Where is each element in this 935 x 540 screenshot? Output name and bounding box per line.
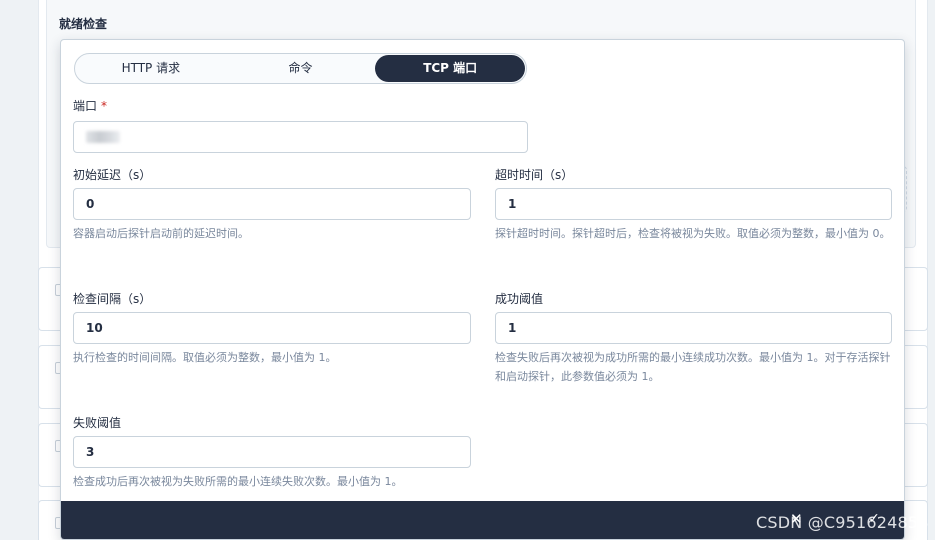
tab-http-request[interactable]: HTTP 请求 (76, 55, 226, 82)
tab-tcp-port[interactable]: TCP 端口 (375, 55, 526, 82)
port-label: 端口 * (73, 97, 107, 114)
section-title: 就绪检查 (59, 17, 108, 31)
failure-threshold-label: 失败阈值 (73, 416, 122, 430)
timeout-description: 探针超时时间。探针超时后，检查将被视为失败。取值必须为整数，最小值为 0。 (495, 227, 891, 240)
port-label-text: 端口 (73, 99, 98, 113)
success-threshold-label: 成功阈值 (495, 292, 544, 306)
failure-threshold-description: 检查成功后再次被视为失败所需的最小连续失败次数。最小值为 1。 (73, 475, 403, 488)
port-value-blurred (86, 131, 120, 143)
success-threshold-input[interactable]: 1 (495, 312, 892, 344)
probe-type-tabs: HTTP 请求 命令 TCP 端口 (74, 53, 527, 84)
initial-delay-input[interactable]: 0 (73, 188, 471, 220)
failure-threshold-input[interactable]: 3 (73, 436, 471, 468)
timeout-label: 超时时间（s） (495, 168, 574, 182)
initial-delay-label: 初始延迟（s） (73, 168, 152, 182)
initial-delay-description: 容器启动后探针启动前的延迟时间。 (73, 227, 249, 240)
port-input[interactable] (73, 121, 528, 153)
period-description: 执行检查的时间间隔。取值必须为整数，最小值为 1。 (73, 351, 337, 364)
watermark: CSDN @C951624858 (756, 513, 929, 532)
success-threshold-description: 检查失败后再次被视为成功所需的最小连续成功次数。最小值为 1。对于存活探针和启动… (495, 351, 891, 383)
tab-command[interactable]: 命令 (226, 55, 376, 82)
probe-settings-panel: HTTP 请求 命令 TCP 端口 端口 * 初始延迟（s） 0 容器启动后探针启… (60, 39, 905, 540)
required-mark: * (101, 99, 108, 113)
period-label: 检查间隔（s） (73, 292, 152, 306)
timeout-input[interactable]: 1 (495, 188, 892, 220)
period-input[interactable]: 10 (73, 312, 471, 344)
